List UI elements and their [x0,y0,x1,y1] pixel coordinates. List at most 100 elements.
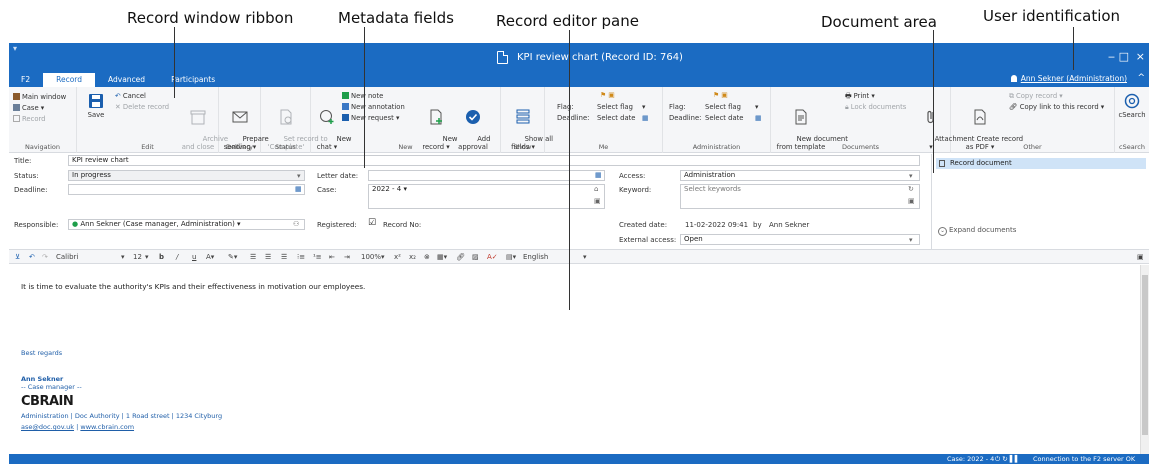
align-center-icon[interactable]: ☰ [265,253,271,261]
signature-email[interactable]: ase@doc.gov.uk [21,423,74,431]
record-document-item[interactable]: Record document [936,158,1146,169]
external-access-dropdown-icon[interactable]: ▾ [909,236,913,244]
title-bar: ▾ KPI review chart (Record ID: 764) ‒ □ … [9,43,1149,87]
keyword-input[interactable]: Select keywords [680,184,920,209]
user-identification[interactable]: Ann Sekner (Administration) [1010,74,1127,83]
case-expand-icon[interactable]: ▣ [594,197,601,205]
insert-icon[interactable]: ▤▾ [506,253,516,261]
cbrain-logo: CBRAIN [21,394,74,409]
align-left-icon[interactable]: ☰ [250,253,256,261]
new-note-button[interactable]: New note [342,92,383,101]
special-character-icon[interactable]: ⊗ [424,253,430,261]
close-button[interactable]: × [1136,50,1145,63]
editor-expand-icon[interactable]: ▣ [1137,253,1144,261]
print-button[interactable]: 🖶 Print ▾ [845,92,875,101]
minimize-button[interactable]: ‒ [1108,50,1115,63]
pointer-document [933,30,934,173]
me-deadline-select[interactable]: Select date [597,114,635,123]
tab-f2[interactable]: F2 [9,73,43,87]
me-flag-select[interactable]: Select flag [597,103,633,112]
expand-documents-button[interactable]: ⌄ Expand documents [938,226,1016,236]
underline-icon[interactable]: u [192,253,196,261]
registered-checkbox[interactable]: ☑ [368,218,376,228]
undo-icon[interactable]: ↶ [29,253,35,261]
responsible-picker-icon[interactable]: ⚇ [293,220,299,228]
record-editor-pane[interactable]: It is time to evaluate the authority's K… [9,265,1140,454]
status-select[interactable]: In progress [68,170,305,181]
subscript-icon[interactable]: x₂ [409,253,416,261]
copy-link-button[interactable]: 🔗︎ Copy link to this record ▾ [1009,103,1104,112]
zoom-select[interactable]: 100% [361,253,381,261]
zoom-dropdown-icon[interactable]: ▾ [381,253,385,261]
font-dropdown-icon[interactable]: ▾ [121,253,125,261]
user-icon [1010,75,1017,82]
case-button[interactable]: Case ▾ [13,104,44,113]
redo-icon[interactable]: ↷ [42,253,48,261]
collapse-ribbon-button[interactable]: ^ [1137,73,1145,83]
font-family-select[interactable]: Calibri [56,253,78,261]
numbered-list-icon[interactable]: ¹≡ [313,253,322,261]
table-icon[interactable]: ▦▾ [437,253,447,261]
spellcheck-icon[interactable]: A✓ [487,253,498,261]
tab-participants[interactable]: Participants [158,73,228,87]
me-flag-dropdown-icon[interactable]: ▾ [642,103,645,112]
letter-date-calendar-icon[interactable]: ▦ [595,171,602,179]
editor-body-text[interactable]: It is time to evaluate the authority's K… [21,282,365,291]
new-annotation-button[interactable]: New annotation [342,103,405,112]
csearch-button[interactable]: cSearch [1117,93,1147,119]
font-size-select[interactable]: 12 [133,253,142,261]
external-access-select[interactable]: Open [680,234,920,245]
letter-date-label: Letter date: [317,172,359,180]
font-size-dropdown-icon[interactable]: ▾ [145,253,149,261]
keyword-refresh-icon[interactable]: ↻ [908,185,914,193]
superscript-icon[interactable]: x² [394,253,401,261]
case-briefcase-icon[interactable]: ⌂ [594,185,598,193]
copy-record-button[interactable]: ⧉ Copy record ▾ [1009,92,1063,101]
highlight-icon[interactable]: ✎▾ [228,253,237,261]
signature-contacts: ase@doc.gov.uk | www.cbrain.com [21,423,134,431]
image-icon[interactable]: ▨ [472,253,479,261]
admin-flag-select[interactable]: Select flag [705,103,741,112]
admin-flag-dropdown-icon[interactable]: ▾ [755,103,758,112]
main-window-button[interactable]: Main window [13,93,66,102]
keyword-expand-icon[interactable]: ▣ [908,197,915,205]
font-color-icon[interactable]: A▾ [206,253,214,261]
quick-access-icon[interactable]: ▾ [13,44,17,53]
bullet-list-icon[interactable]: ⁝≡ [297,253,305,261]
annotation-icon [342,103,349,110]
status-dropdown-icon[interactable]: ▾ [297,172,301,180]
indent-increase-icon[interactable]: ⇥ [344,253,350,261]
tab-record[interactable]: Record [43,73,96,87]
user-name[interactable]: Ann Sekner (Administration) [1021,74,1127,83]
admin-calendar-icon[interactable]: ▦ [755,114,761,123]
tab-advanced[interactable]: Advanced [95,73,158,87]
admin-deadline-label: Deadline: [669,114,702,122]
title-input[interactable]: KPI review chart [68,155,920,166]
signature-website[interactable]: www.cbrain.com [80,423,134,431]
format-painter-icon[interactable]: ⊻ [15,253,20,261]
indent-decrease-icon[interactable]: ⇤ [329,253,335,261]
align-right-icon[interactable]: ☰ [281,253,287,261]
new-request-button[interactable]: New request ▾ [342,114,399,123]
hyperlink-icon[interactable]: 🔗︎ [456,253,465,261]
lock-documents-button[interactable]: 🔒︎ Lock documents [845,103,906,112]
scrollbar-thumb[interactable] [1142,275,1148,435]
me-calendar-icon[interactable]: ▦ [642,114,648,123]
access-select[interactable]: Administration [680,170,920,181]
delete-record-button[interactable]: ✕ Delete record [115,103,169,112]
admin-deadline-select[interactable]: Select date [705,114,743,123]
italic-icon[interactable]: / [176,253,178,261]
bold-icon[interactable]: b [159,253,164,261]
responsible-select[interactable]: ● Ann Sekner (Case manager, Administrati… [68,219,305,230]
document-area: Record document ⌄ Expand documents [931,154,1149,254]
deadline-calendar-icon[interactable]: ▦ [295,185,302,193]
deadline-input[interactable] [68,184,305,195]
language-select[interactable]: English [523,253,548,261]
record-nav-button[interactable]: Record [13,115,45,124]
language-dropdown-icon[interactable]: ▾ [583,253,587,261]
cancel-button[interactable]: ↶ Cancel [115,92,146,101]
maximize-button[interactable]: □ [1119,50,1129,63]
editor-scrollbar[interactable] [1140,265,1149,454]
access-dropdown-icon[interactable]: ▾ [909,172,913,180]
save-button[interactable]: Save [83,93,109,119]
